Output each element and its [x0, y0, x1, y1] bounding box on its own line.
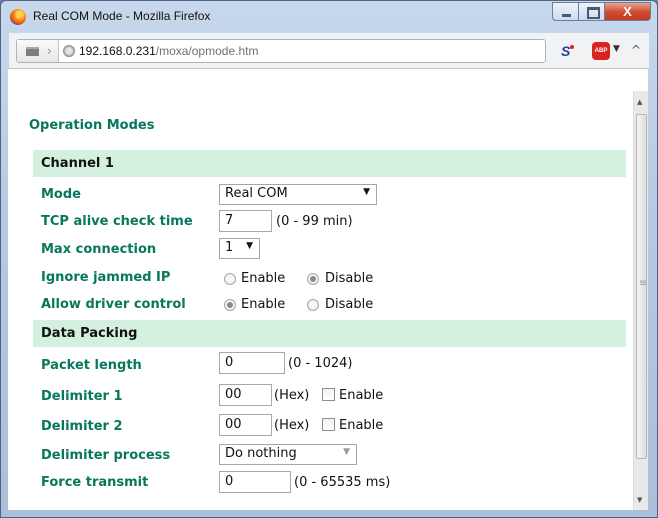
- mode-select[interactable]: Real COM ▼: [219, 184, 377, 205]
- data-packing-header: Data Packing: [33, 320, 626, 347]
- ignore-jammed-ip-label: Ignore jammed IP: [41, 270, 171, 285]
- ignore-jammed-disable-label[interactable]: Disable: [325, 271, 373, 286]
- close-button[interactable]: X: [604, 2, 651, 21]
- delimiter-process-select[interactable]: Do nothing ▼: [219, 444, 357, 465]
- max-connection-select[interactable]: 1 ▼: [219, 238, 260, 259]
- s-extension-icon[interactable]: S: [561, 43, 575, 59]
- delimiter-2-enable-label[interactable]: Enable: [339, 418, 383, 433]
- url-text[interactable]: 192.168.0.231/moxa/opmode.htm: [79, 44, 258, 58]
- delimiter-1-hex: (Hex): [274, 388, 310, 403]
- tcp-alive-range: (0 - 99 min): [276, 214, 353, 229]
- channel-1-header: Channel 1: [33, 150, 626, 177]
- chevron-up-icon[interactable]: ^: [631, 43, 641, 57]
- delimiter-process-value: Do nothing: [225, 446, 297, 461]
- address-bar[interactable]: › 192.168.0.231/moxa/opmode.htm: [16, 39, 546, 63]
- force-transmit-range: (0 - 65535 ms): [294, 475, 391, 490]
- mode-label: Mode: [41, 187, 81, 202]
- mode-value: Real COM: [225, 186, 288, 201]
- adblock-plus-icon[interactable]: ABP: [592, 42, 610, 60]
- title-bar: Real COM Mode - Mozilla Firefox X: [1, 1, 657, 33]
- delimiter-1-input[interactable]: 00: [219, 384, 272, 406]
- grip-icon: ≡: [639, 278, 648, 289]
- max-connection-label: Max connection: [41, 242, 157, 257]
- ignore-jammed-enable-label[interactable]: Enable: [241, 271, 285, 286]
- driver-control-enable-label[interactable]: Enable: [241, 297, 285, 312]
- delimiter-2-label: Delimiter 2: [41, 419, 123, 434]
- allow-driver-control-label: Allow driver control: [41, 297, 186, 312]
- tcp-alive-label: TCP alive check time: [41, 214, 193, 229]
- adblock-dropdown-icon[interactable]: ▼: [613, 44, 620, 54]
- force-transmit-label: Force transmit: [41, 475, 149, 490]
- packet-length-input[interactable]: 0: [219, 352, 285, 374]
- scroll-down-icon[interactable]: ▼: [637, 496, 642, 504]
- chevron-down-icon: ▼: [363, 187, 370, 197]
- ignore-jammed-enable-radio[interactable]: [224, 273, 236, 285]
- data-packing-title: Data Packing: [41, 326, 138, 341]
- delimiter-2-input[interactable]: 00: [219, 414, 272, 436]
- chevron-down-icon: ▼: [246, 241, 253, 251]
- page-icon: [26, 47, 39, 56]
- chevron-down-icon: ▼: [343, 447, 350, 457]
- maximize-button[interactable]: [578, 2, 605, 21]
- navigation-bar: › 192.168.0.231/moxa/opmode.htm S ABP ▼ …: [9, 33, 649, 69]
- minimize-button[interactable]: [552, 2, 579, 21]
- url-path: /moxa/opmode.htm: [155, 44, 259, 58]
- tcp-alive-input[interactable]: 7: [219, 210, 272, 232]
- ignore-jammed-disable-radio[interactable]: [307, 273, 319, 285]
- window-title: Real COM Mode - Mozilla Firefox: [33, 9, 211, 23]
- channel-1-title: Channel 1: [41, 156, 114, 171]
- delimiter-process-label: Delimiter process: [41, 448, 171, 463]
- page-title: Operation Modes: [29, 118, 155, 133]
- max-connection-value: 1: [225, 240, 234, 255]
- delimiter-2-hex: (Hex): [274, 418, 310, 433]
- vertical-scrollbar[interactable]: ▲ ≡ ▼: [633, 91, 648, 510]
- delimiter-1-enable-checkbox[interactable]: [322, 388, 335, 401]
- delimiter-1-enable-label[interactable]: Enable: [339, 388, 383, 403]
- firefox-logo-icon: [10, 9, 26, 25]
- packet-length-label: Packet length: [41, 358, 142, 373]
- site-identity-button[interactable]: ›: [17, 40, 59, 62]
- delimiter-1-label: Delimiter 1: [41, 389, 123, 404]
- packet-length-range: (0 - 1024): [288, 356, 353, 371]
- globe-icon: [63, 45, 75, 57]
- url-host: 192.168.0.231: [79, 44, 156, 58]
- delimiter-2-enable-checkbox[interactable]: [322, 418, 335, 431]
- driver-control-disable-radio[interactable]: [307, 299, 319, 311]
- driver-control-disable-label[interactable]: Disable: [325, 297, 373, 312]
- driver-control-enable-radio[interactable]: [224, 299, 236, 311]
- scroll-up-icon[interactable]: ▲: [637, 98, 642, 106]
- force-transmit-input[interactable]: 0: [219, 471, 291, 493]
- chevron-right-icon: ›: [47, 44, 52, 58]
- window-controls: X: [552, 2, 651, 21]
